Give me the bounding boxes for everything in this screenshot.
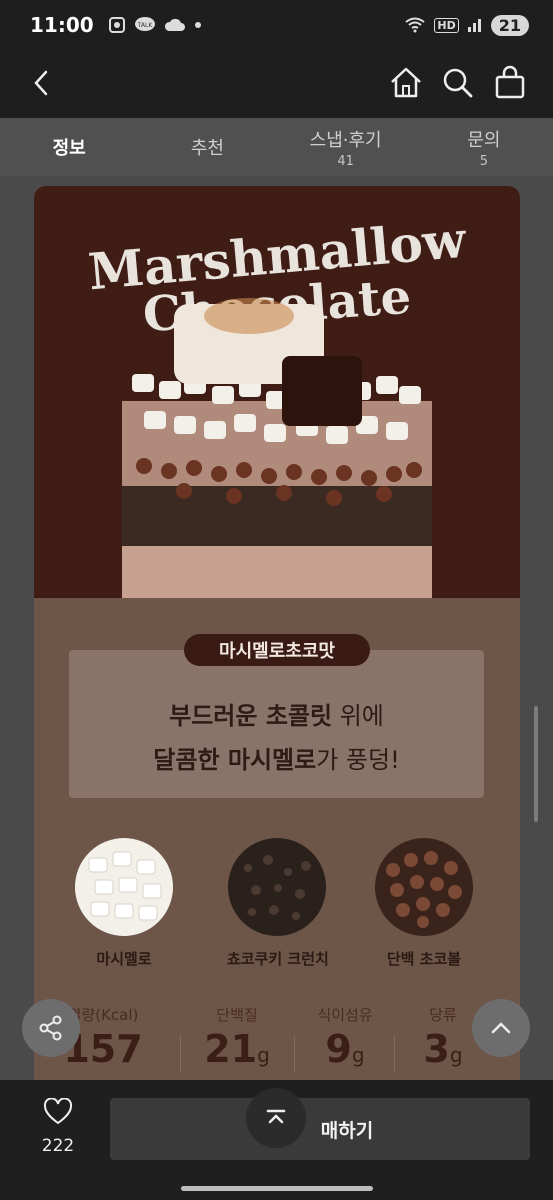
nutrition-unit: g: [257, 1043, 270, 1067]
cloud-icon: [164, 18, 185, 31]
flavor-badge: 마시멜로초코맛: [184, 634, 370, 666]
nutrition-protein: 단백질 21g: [182, 1004, 292, 1071]
like-count: 222: [41, 1136, 75, 1156]
heart-icon: [43, 1097, 73, 1125]
product-tabs: 정보 추천 스냅·후기 41 문의 5: [0, 118, 553, 176]
chocolate-drink-illustration: [122, 298, 432, 598]
status-bar: 11:00 TALK HD 21: [0, 0, 553, 50]
marshmallow-image: [75, 838, 173, 936]
screenshot-icon: [108, 17, 125, 33]
choco-ball-image: [375, 838, 473, 936]
home-icon[interactable]: [388, 62, 424, 102]
nutrition-value: 9g: [290, 1027, 400, 1071]
nutrition-unit: g: [351, 1043, 365, 1067]
chevron-left-icon[interactable]: [28, 66, 56, 100]
scroll-to-top-button[interactable]: [246, 1088, 306, 1148]
tab-reviews[interactable]: 스냅·후기 41: [277, 118, 415, 176]
nutrition-value-number: 21: [204, 1027, 258, 1071]
nutrition-label: 단백질: [216, 1006, 258, 1024]
bottom-action-bar: 222 매하기: [0, 1080, 553, 1200]
ingredient-marshmallow: 마시멜로: [74, 838, 174, 969]
tab-inquiry[interactable]: 문의 5: [415, 118, 553, 176]
tab-info[interactable]: 정보: [0, 118, 138, 176]
product-detail-image: Marshmallow Chocolate 부드러운 초콜: [34, 186, 520, 1080]
scroll-up-button[interactable]: [472, 999, 530, 1057]
cookie-crunch-image: [228, 838, 326, 936]
ingredient-cookie-crunch: 쵸코쿠키 크런치: [227, 838, 329, 969]
nutrition-value-number: 3: [423, 1027, 450, 1071]
ingredient-label: 마시멜로: [96, 950, 152, 968]
tab-recommend[interactable]: 추천: [138, 118, 276, 176]
hero-banner: Marshmallow Chocolate: [34, 186, 520, 598]
flavor-line-2-rest: 가 풍덩!: [316, 746, 400, 774]
share-icon: [39, 1015, 62, 1041]
shopping-bag-icon[interactable]: [492, 62, 528, 102]
flavor-line-2: 달콤한 마시멜로가 풍덩!: [69, 740, 484, 775]
buy-button[interactable]: 매하기: [110, 1098, 530, 1160]
flavor-line-1-bold: 부드러운 초콜릿: [169, 702, 333, 730]
tab-label: 문의: [467, 129, 501, 151]
talk-text: TALK: [136, 22, 153, 29]
flavor-line-2-bold: 달콤한 마시멜로: [153, 746, 317, 774]
ingredient-label: 쵸코쿠키 크런치: [227, 950, 329, 968]
tab-label: 추천: [190, 138, 224, 159]
nutrition-label: 식이섬유: [317, 1006, 373, 1024]
product-detail-content[interactable]: Marshmallow Chocolate 부드러운 초콜: [0, 176, 553, 1080]
nutrition-unit: g: [449, 1043, 463, 1067]
dot-icon: [194, 22, 201, 28]
arrow-to-top-icon: [266, 1109, 286, 1124]
flavor-line-1-rest: 위에: [332, 702, 384, 730]
signal-icon: [467, 19, 481, 32]
status-left-icons: TALK: [108, 16, 202, 34]
status-time: 11:00: [30, 13, 94, 37]
divider: [180, 1036, 181, 1072]
hd-icon: HD: [434, 17, 459, 33]
battery-level: 21: [490, 14, 529, 36]
buy-button-label: 매하기: [320, 1119, 374, 1142]
scrollbar[interactable]: [534, 706, 538, 822]
flavor-line-1: 부드러운 초콜릿 위에: [69, 696, 484, 731]
nutrition-value-number: 9: [325, 1027, 352, 1071]
nutrition-facts: 열량(Kcal) 157 단백질 21g 식이섬유 9g 당류 3g: [34, 1004, 520, 1080]
flavor-description-box: 부드러운 초콜릿 위에 달콤한 마시멜로가 풍덩!: [69, 650, 484, 798]
nutrition-fiber: 식이섬유 9g: [290, 1004, 400, 1071]
share-button[interactable]: [22, 999, 80, 1057]
top-nav: [0, 50, 553, 118]
ingredient-protein-choco-ball: 단백 초코볼: [374, 838, 474, 969]
status-right-icons: HD 21: [404, 14, 529, 36]
home-indicator[interactable]: [181, 1186, 373, 1191]
nutrition-value: 21g: [182, 1027, 292, 1071]
chevron-up-icon: [491, 1022, 511, 1034]
tab-count: 41: [337, 153, 354, 169]
tab-label: 정보: [52, 138, 86, 159]
wifi-icon: [405, 17, 426, 33]
tab-label: 스냅·후기: [309, 129, 382, 151]
like-button[interactable]: 222: [28, 1097, 88, 1156]
ingredient-label: 단백 초코볼: [386, 950, 462, 968]
tab-count: 5: [479, 153, 489, 169]
search-icon[interactable]: [440, 62, 476, 102]
kakaotalk-icon: TALK: [134, 17, 155, 31]
